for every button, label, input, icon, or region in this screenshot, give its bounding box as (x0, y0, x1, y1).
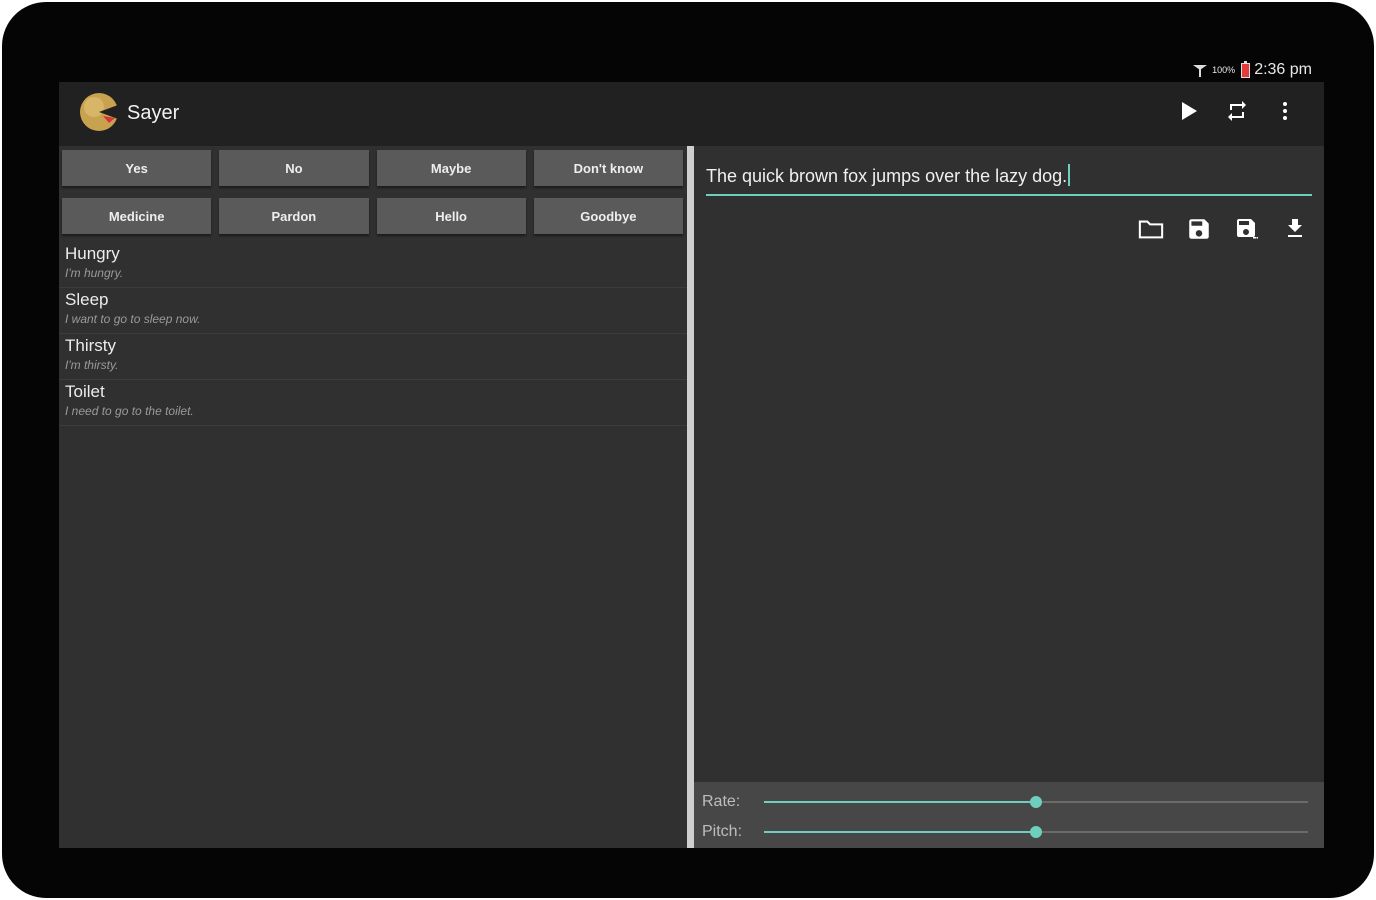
export-button[interactable] (1282, 216, 1308, 242)
phrase-text: I'm hungry. (65, 266, 124, 280)
speech-text-value: The quick brown fox jumps over the lazy … (706, 166, 1068, 186)
list-item[interactable]: Thirsty I'm thirsty. (59, 334, 687, 380)
phrase-text: I'm thirsty. (65, 358, 119, 372)
voice-settings: Rate: Pitch: (694, 782, 1324, 848)
quick-button-medicine[interactable]: Medicine (62, 198, 212, 234)
pitch-slider-thumb[interactable] (1030, 826, 1042, 838)
status-bar: 100% 2:36 pm (59, 58, 1324, 82)
more-options-button[interactable] (1272, 98, 1298, 124)
phrase-list: Hungry I'm hungry. Sleep I want to go to… (59, 242, 687, 426)
app-bar-actions (1176, 98, 1298, 124)
list-item[interactable]: Hungry I'm hungry. (59, 242, 687, 288)
save-as-button[interactable] (1234, 216, 1260, 242)
phrase-title: Toilet (65, 382, 105, 401)
quick-button-maybe[interactable]: Maybe (376, 150, 526, 186)
phrase-text: I need to go to the toilet. (65, 404, 194, 418)
pitch-slider[interactable] (764, 826, 1308, 838)
phrase-title: Hungry (65, 244, 120, 263)
open-file-button[interactable] (1138, 216, 1164, 242)
quick-button-goodbye[interactable]: Goodbye (533, 198, 683, 234)
text-cursor (1068, 164, 1071, 186)
repeat-button[interactable] (1224, 98, 1250, 124)
speech-text-input[interactable]: The quick brown fox jumps over the lazy … (706, 164, 1312, 196)
screen: 100% 2:36 pm Sayer Yes No Maybe Don't kn… (59, 58, 1324, 848)
pane-divider[interactable] (687, 146, 694, 848)
pitch-label: Pitch: (702, 823, 743, 840)
play-button[interactable] (1176, 98, 1202, 124)
app-bar: Sayer (59, 82, 1324, 146)
rate-slider-row: Rate: (702, 790, 1308, 814)
battery-percent: 100% (1212, 65, 1236, 75)
tablet-frame: 100% 2:36 pm Sayer Yes No Maybe Don't kn… (2, 2, 1374, 898)
save-icon (1189, 219, 1209, 239)
pitch-slider-fill (764, 831, 1036, 833)
app-title: Sayer (127, 102, 180, 124)
editor-pane: The quick brown fox jumps over the lazy … (694, 146, 1324, 848)
rate-slider-fill (764, 801, 1036, 803)
rate-slider-thumb[interactable] (1030, 796, 1042, 808)
download-icon (1288, 219, 1302, 237)
folder-icon (1138, 220, 1164, 239)
battery-icon (1241, 60, 1251, 78)
play-icon (1182, 102, 1197, 120)
rate-slider[interactable] (764, 796, 1308, 808)
list-item[interactable]: Toilet I need to go to the toilet. (59, 380, 687, 426)
status-indicators: 100% 2:36 pm (1192, 60, 1312, 79)
pitch-slider-row: Pitch: (702, 820, 1308, 844)
repeat-icon (1228, 101, 1246, 121)
phrase-title: Thirsty (65, 336, 116, 355)
phrase-text: I want to go to sleep now. (65, 312, 201, 326)
wifi-signal-icon (1193, 65, 1208, 77)
save-button[interactable] (1186, 216, 1212, 242)
phrases-pane: Yes No Maybe Don't know Medicine Pardon … (59, 146, 687, 848)
rate-label: Rate: (702, 793, 741, 810)
quick-button-dont-know[interactable]: Don't know (533, 150, 683, 186)
quick-button-pardon[interactable]: Pardon (219, 198, 369, 234)
clock: 2:36 pm (1254, 61, 1312, 78)
quick-button-no[interactable]: No (219, 150, 369, 186)
list-item[interactable]: Sleep I want to go to sleep now. (59, 288, 687, 334)
file-actions (1138, 216, 1308, 242)
more-vert-icon (1283, 102, 1287, 120)
quick-button-yes[interactable]: Yes (62, 150, 212, 186)
quick-buttons-grid: Yes No Maybe Don't know Medicine Pardon … (62, 150, 683, 234)
save-as-icon (1237, 219, 1258, 239)
app-logo-icon (80, 93, 119, 131)
quick-button-hello[interactable]: Hello (376, 198, 526, 234)
phrase-title: Sleep (65, 290, 109, 309)
